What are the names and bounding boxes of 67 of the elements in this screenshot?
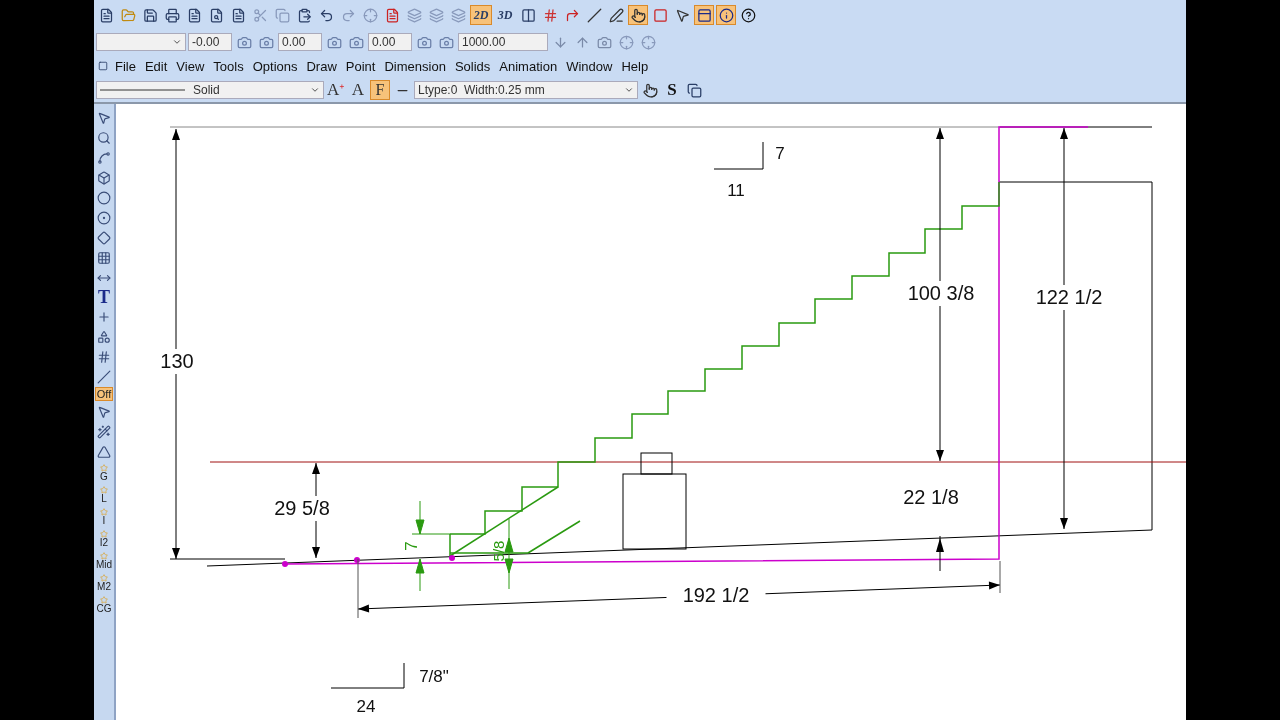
dimension-label: 22 1/8	[903, 486, 959, 508]
snap-star-icon	[100, 485, 108, 494]
dimension-label: 5/8	[490, 540, 507, 562]
dimension-arrow	[936, 535, 944, 572]
snap-star-icon	[100, 551, 108, 560]
coordinate-field[interactable]: 1000.00	[458, 33, 548, 51]
menu-item[interactable]: Solids	[450, 58, 495, 74]
snap-point-button[interactable]: CG	[96, 603, 112, 614]
menu-item[interactable]: Tools	[209, 58, 248, 74]
menu-item[interactable]: Help	[617, 58, 653, 74]
font-button[interactable]: A	[326, 80, 346, 100]
slope-symbol	[713, 141, 764, 170]
menu-item[interactable]: File	[111, 58, 140, 74]
dropdown-caret-icon	[624, 85, 634, 95]
slope-run-label: 24	[356, 697, 376, 716]
dimension-label: 7	[402, 541, 421, 551]
menu-item[interactable]: Dimension	[380, 58, 450, 74]
dropdown-caret-icon	[172, 37, 182, 47]
line-style-label: Solid	[193, 83, 220, 97]
info-icon[interactable]	[716, 5, 736, 25]
dimension-label: 122 1/2	[1035, 286, 1103, 308]
menu-item[interactable]: Animation	[495, 58, 562, 74]
snap-star-icon	[100, 529, 108, 538]
symbol-button[interactable]: S	[662, 80, 682, 100]
panel-icon[interactable]	[694, 5, 714, 25]
menu-item[interactable]: Window	[562, 58, 617, 74]
menu-item[interactable]: Options	[248, 58, 302, 74]
snap-point-button[interactable]: L	[101, 493, 107, 504]
view-toggle[interactable]: 2D	[470, 5, 492, 25]
text-tool[interactable]: T	[98, 288, 110, 306]
menu-item[interactable]: Edit	[140, 58, 172, 74]
dimension-label: 130	[160, 350, 194, 372]
snap-star-icon	[100, 595, 108, 604]
snap-point-button[interactable]: I2	[99, 537, 109, 548]
coordinate-field[interactable]: -0.00	[188, 33, 232, 51]
dimension-label: 29 5/8	[274, 497, 330, 519]
snap-point-button[interactable]: M2	[97, 581, 111, 592]
slope-rise-label: 7	[775, 144, 785, 163]
snap-point-button[interactable]: I	[102, 515, 106, 526]
plus-icon	[339, 81, 345, 91]
node-point	[354, 557, 360, 563]
snap-star-icon	[100, 573, 108, 582]
coordinate-field[interactable]: 0.00	[368, 33, 412, 51]
line-style-dropdown[interactable]: Solid	[96, 81, 324, 99]
snap-point-button[interactable]: G	[100, 471, 108, 482]
slope-rise-label: 7/8"	[419, 667, 449, 686]
snap-toggle[interactable]: Off	[94, 387, 114, 401]
fill-toggle[interactable]: F	[370, 80, 390, 100]
menu-item[interactable]: View	[172, 58, 209, 74]
tool-icon[interactable]	[628, 5, 648, 25]
dropdown-caret-icon	[310, 85, 320, 95]
line-type-dropdown[interactable]: Ltype:0 Width:0.25 mm	[414, 81, 638, 99]
line-type-label: Ltype:0 Width:0.25 mm	[418, 83, 545, 97]
node-point	[282, 561, 288, 567]
dimension-label: 192 1/2	[682, 584, 750, 606]
snap-star-icon	[100, 507, 108, 516]
menu-item[interactable]: Point	[341, 58, 380, 74]
view-toggle[interactable]: 3D	[494, 5, 516, 25]
snap-star-icon	[100, 463, 108, 472]
slope-run-label: 11	[727, 181, 745, 200]
line-sample-icon	[100, 89, 185, 91]
dimension-label: 100 3/8	[907, 282, 975, 304]
coordinate-field[interactable]: 0.00	[278, 33, 322, 51]
node-point	[449, 555, 455, 561]
menu-item[interactable]: Draw	[302, 58, 341, 74]
font-button[interactable]: A	[348, 80, 368, 100]
snap-point-button[interactable]: Mid	[95, 559, 113, 570]
